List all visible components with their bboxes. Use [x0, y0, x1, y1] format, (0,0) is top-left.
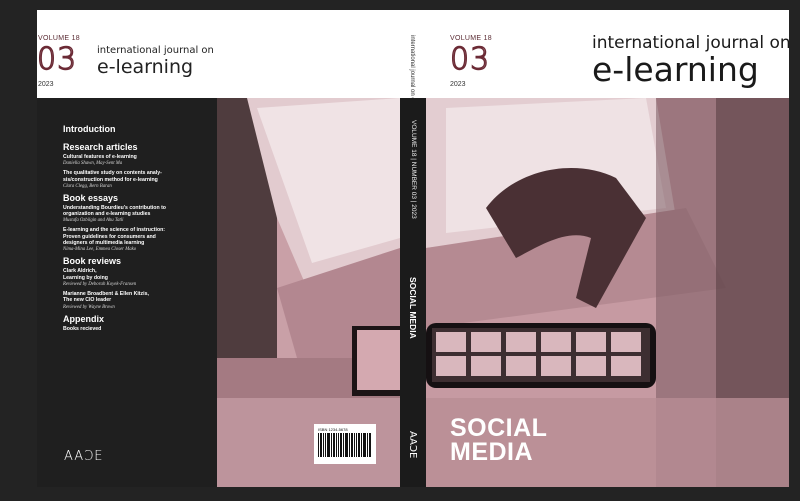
spine-publisher-logo: AAↃE	[407, 431, 418, 459]
toc-r2-title-b: sis/construction method for e-learning	[63, 176, 158, 183]
front-year: 2023	[450, 81, 466, 88]
toc-appendix-heading: Appendix	[63, 313, 105, 324]
toc-e1-authors: Mustafa Ozbilgin and Ahu Tatli	[63, 218, 124, 224]
toc-appendix-item: Books recieved	[63, 325, 102, 332]
toc-e1-title-b: organization and e-learning studies	[63, 211, 151, 218]
back-volume-number: 03	[36, 41, 78, 77]
front-title-line1: SOCIAL	[450, 414, 548, 442]
toc-research-heading: Research articles	[63, 142, 138, 152]
back-publisher-logo: AAↃE	[64, 449, 104, 464]
toc-introduction: Introduction	[63, 124, 116, 134]
back-brand-line1: international journal on	[97, 45, 214, 56]
front-brand-line2: e-learning	[592, 50, 759, 89]
back-year: 2023	[38, 81, 54, 88]
toc-reviews-heading: Book reviews	[63, 256, 122, 267]
spine-title: SOCIAL MEDIA	[408, 277, 418, 339]
toc-e2-authors: Nima-Mina Lee, Emmea Closer Mako	[63, 247, 137, 253]
toc-e2-title-c: designers of multimedia learning	[63, 240, 145, 247]
toc-essays-heading: Book essays	[63, 192, 119, 203]
table-of-contents: Introduction Research articles Cultural …	[63, 124, 213, 332]
front-volume-number: 03	[449, 41, 491, 77]
front-title-line2: MEDIA	[450, 438, 534, 466]
toc-b2-title-b: The new CIO leader	[63, 297, 112, 304]
toc-r1-authors: Daniella Shawn, May-Sent Ma	[63, 161, 123, 167]
spine-volume-info: VOLUME 18 | NUMBER 03 | 2023	[410, 120, 417, 219]
toc-b1-reviewer: Reviewed by Deborah Koyek-Fransen	[63, 281, 137, 287]
front-volume-label: VOLUME 18	[450, 35, 492, 42]
back-volume-label: VOLUME 18	[38, 35, 80, 42]
isbn-text: ISBN 1234-5678	[318, 427, 348, 432]
toc-b2-reviewer: Reviewed by Wayne Brown	[63, 304, 115, 310]
toc-r1-title: Cultural features of e-learning	[63, 154, 137, 160]
toc-r2-authors: Clara Clegg, Bern Baran	[63, 183, 112, 189]
isbn-barcode: ISBN 1234-5678	[314, 424, 376, 464]
back-brand-line2: e-learning	[97, 56, 194, 78]
toc-b1-title-b: Learning by doing	[63, 274, 108, 281]
front-cover-title: SOCIAL MEDIA	[450, 414, 548, 466]
